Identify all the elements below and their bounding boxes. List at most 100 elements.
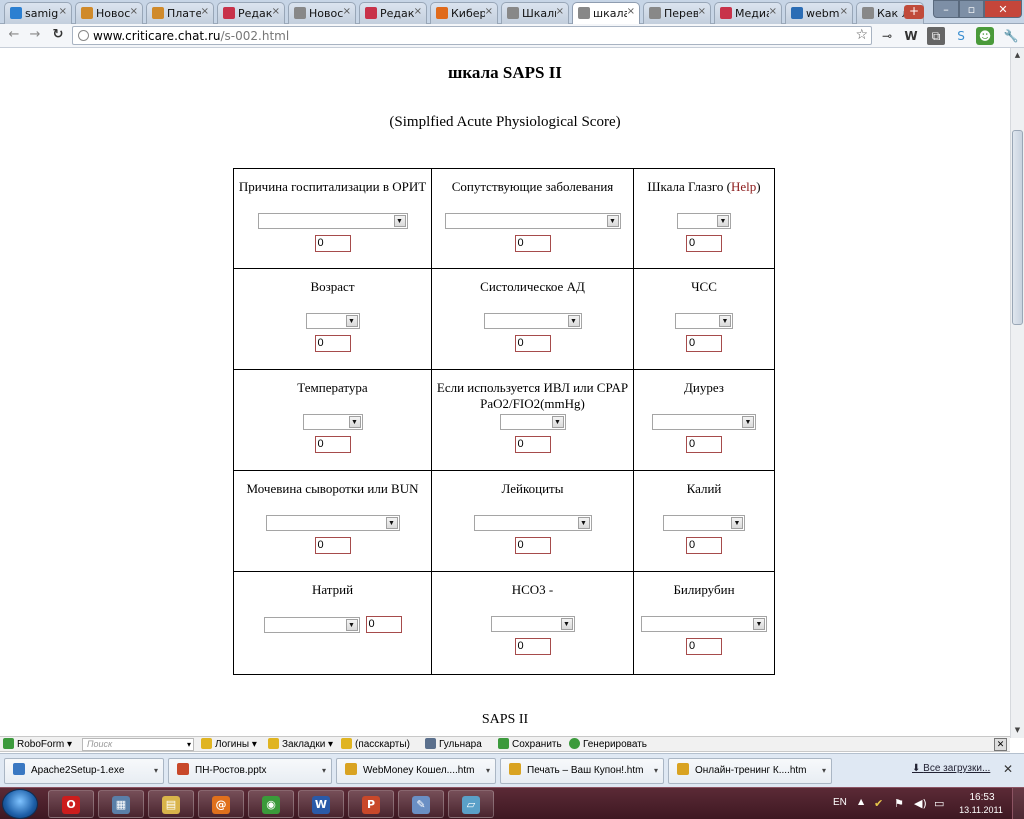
download-item[interactable]: Онлайн-тренинг К....htm ▾ <box>668 758 832 784</box>
parameter-score-field[interactable]: 0 <box>686 335 722 352</box>
roboform-save-button[interactable]: Сохранить <box>498 738 562 752</box>
parameter-select[interactable]: ▼ <box>677 213 731 229</box>
tab-close-icon[interactable]: × <box>840 6 848 17</box>
parameter-score-field[interactable]: 0 <box>686 436 722 453</box>
parameter-score-field[interactable]: 0 <box>514 235 551 252</box>
browser-tab[interactable]: webmo× <box>785 2 853 24</box>
tab-close-icon[interactable]: × <box>698 6 706 17</box>
dropdown-arrow-icon[interactable]: ▼ <box>393 215 406 227</box>
dropdown-arrow-icon[interactable]: ▼ <box>606 215 619 227</box>
browser-tab[interactable]: Редакт× <box>359 2 427 24</box>
parameter-select[interactable]: ▼ <box>265 515 400 531</box>
dropdown-arrow-icon[interactable]: ▼ <box>731 517 743 529</box>
dropdown-arrow-icon[interactable]: ▼ <box>345 618 358 631</box>
tray-expand-icon[interactable]: ▲ <box>858 797 864 806</box>
download-item[interactable]: Apache2Setup-1.exe ▾ <box>4 758 164 784</box>
parameter-select[interactable]: ▼ <box>483 313 582 329</box>
dropdown-arrow-icon[interactable]: ▼ <box>551 416 564 428</box>
dropdown-arrow-icon[interactable]: ▼ <box>567 315 580 327</box>
parameter-score-field[interactable]: 0 <box>314 436 351 453</box>
roboform-identity-button[interactable]: Гульнара <box>425 738 482 752</box>
parameter-score-field[interactable]: 0 <box>686 235 722 252</box>
language-indicator[interactable]: EN <box>833 797 847 808</box>
download-item[interactable]: ПН-Ростов.pptx ▾ <box>168 758 332 784</box>
download-menu-caret-icon[interactable]: ▾ <box>486 759 490 783</box>
tab-close-icon[interactable]: × <box>414 6 422 17</box>
parameter-select[interactable]: ▼ <box>641 616 767 632</box>
volume-icon[interactable]: ◀) <box>914 797 927 810</box>
tab-close-icon[interactable]: × <box>556 6 564 17</box>
extension-badge-icon[interactable]: ⧉ <box>927 27 945 45</box>
skype-icon[interactable]: S <box>952 27 970 45</box>
clock-date[interactable]: 13.11.2011 <box>956 805 1006 815</box>
dropdown-arrow-icon[interactable]: ▼ <box>345 315 358 327</box>
taskbar-app-button[interactable]: ▱ <box>448 790 494 818</box>
reload-icon[interactable]: ↻ <box>50 27 66 43</box>
glasgow-help-link[interactable]: Help <box>731 179 756 194</box>
download-item[interactable]: Печать – Ваш Купон!.htm ▾ <box>500 758 664 784</box>
parameter-select[interactable]: ▼ <box>675 313 733 329</box>
browser-tab[interactable]: Редакт× <box>217 2 285 24</box>
robot-extension-icon[interactable]: ☻ <box>976 27 994 45</box>
browser-tab[interactable]: Новос × <box>75 2 143 24</box>
browser-tab[interactable]: Плате × <box>146 2 214 24</box>
parameter-select[interactable]: ▼ <box>663 515 745 531</box>
tab-close-icon[interactable]: × <box>130 6 138 17</box>
clock-time[interactable]: 16:53 <box>962 792 1002 803</box>
parameter-select[interactable]: ▼ <box>490 616 575 632</box>
roboform-generate-button[interactable]: Генерировать <box>569 738 647 752</box>
parameter-select[interactable]: ▼ <box>302 414 363 430</box>
parameter-score-field[interactable]: 0 <box>514 335 551 352</box>
window-maximize-button[interactable]: ▫ <box>959 0 984 18</box>
dropdown-arrow-icon[interactable]: ▼ <box>753 618 765 630</box>
browser-tab[interactable]: Шкалы× <box>501 2 569 24</box>
taskbar-app-button[interactable]: ▦ <box>98 790 144 818</box>
window-minimize-button[interactable]: – <box>933 0 959 18</box>
network-icon[interactable]: ▭ <box>934 797 944 810</box>
flag-icon[interactable]: ⚑ <box>894 797 904 810</box>
parameter-score-field[interactable]: 0 <box>686 638 722 655</box>
scrollbar-thumb[interactable] <box>1012 130 1023 325</box>
dropdown-arrow-icon[interactable]: ▼ <box>577 517 590 529</box>
parameter-score-field[interactable]: 0 <box>686 537 722 554</box>
parameter-score-field[interactable]: 0 <box>314 537 351 554</box>
forward-arrow-icon[interactable]: → <box>27 27 43 43</box>
roboform-logins-button[interactable]: Логины ▾ <box>201 738 257 752</box>
parameter-select[interactable]: ▼ <box>263 616 360 633</box>
address-bar[interactable]: www.criticare.chat.ru/s-002.html ☆ <box>72 26 872 45</box>
tab-close-icon[interactable]: × <box>201 6 209 17</box>
roboform-menu[interactable]: RoboForm ▾ <box>3 738 72 752</box>
parameter-score-field[interactable]: 0 <box>514 638 551 655</box>
browser-tab[interactable]: шкала × <box>572 2 640 25</box>
parameter-select[interactable]: ▼ <box>305 313 360 329</box>
tab-close-icon[interactable]: × <box>272 6 280 17</box>
key-icon[interactable]: ⊸ <box>878 27 896 45</box>
tab-close-icon[interactable]: × <box>485 6 493 17</box>
start-button[interactable] <box>2 789 38 819</box>
tab-close-icon[interactable]: × <box>627 6 635 17</box>
dropdown-arrow-icon[interactable]: ▼ <box>717 215 729 227</box>
taskbar-app-button[interactable]: W <box>298 790 344 818</box>
download-menu-caret-icon[interactable]: ▾ <box>154 759 158 783</box>
wikipedia-icon[interactable]: W <box>902 27 920 45</box>
tab-close-icon[interactable]: × <box>59 6 67 17</box>
roboform-search-input[interactable]: Поиск <box>82 738 194 751</box>
new-tab-button[interactable]: + <box>904 5 924 19</box>
vertical-scrollbar[interactable]: ▲ ▼ <box>1010 48 1024 738</box>
dropdown-arrow-icon[interactable]: ▼ <box>742 416 754 428</box>
show-desktop-button[interactable] <box>1012 788 1024 819</box>
browser-tab[interactable]: samig × <box>4 2 72 24</box>
roboform-passcards-button[interactable]: (пасскарты) <box>341 738 410 752</box>
taskbar-app-button[interactable]: ▤ <box>148 790 194 818</box>
back-arrow-icon[interactable]: ← <box>6 27 22 43</box>
parameter-score-field[interactable]: 0 <box>514 537 551 554</box>
parameter-select[interactable]: ▼ <box>652 414 756 430</box>
wrench-icon[interactable]: 🔧 <box>1002 27 1020 45</box>
download-menu-caret-icon[interactable]: ▾ <box>822 759 826 783</box>
tray-app-icon[interactable]: ✔ <box>874 797 883 810</box>
dropdown-arrow-icon[interactable]: ▼ <box>348 416 361 428</box>
tab-close-icon[interactable]: × <box>769 6 777 17</box>
parameter-score-field[interactable]: 0 <box>514 436 551 453</box>
roboform-search-dropdown-icon[interactable]: ▾ <box>187 738 191 752</box>
browser-tab[interactable]: Новос × <box>288 2 356 24</box>
